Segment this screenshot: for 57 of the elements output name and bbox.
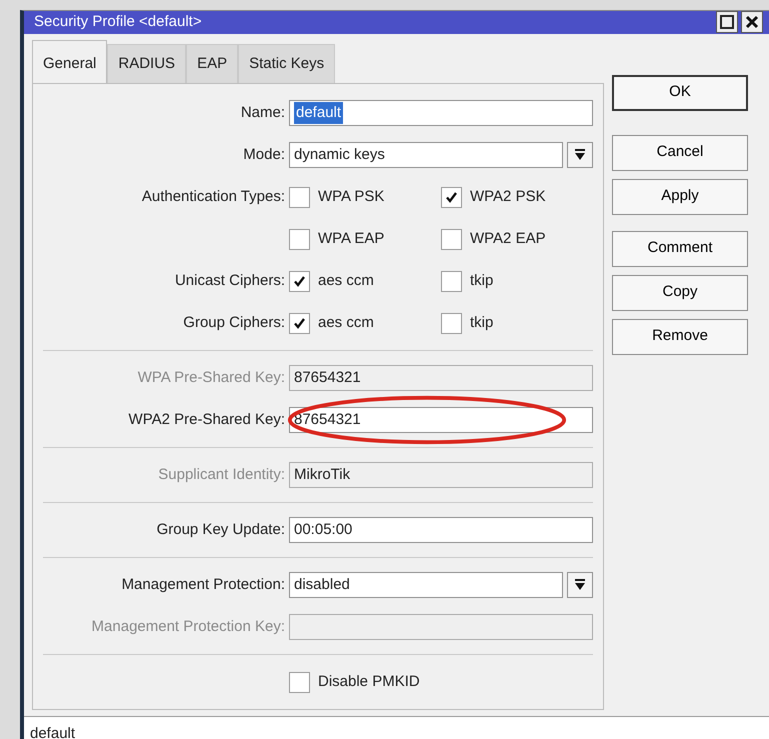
check-icon bbox=[293, 316, 306, 330]
dialog-button[interactable]: OK bbox=[612, 74, 748, 110]
dialog-button[interactable]: Cancel bbox=[612, 134, 748, 170]
dialog-button[interactable]: Comment bbox=[612, 230, 748, 266]
field-label: Name: bbox=[240, 102, 286, 123]
checkbox[interactable] bbox=[441, 312, 462, 334]
tab[interactable]: Static Keys bbox=[238, 44, 336, 83]
checkbox-label: WPA2 EAP bbox=[470, 228, 546, 249]
checkbox[interactable] bbox=[289, 228, 310, 250]
checkbox-label: tkip bbox=[470, 312, 494, 333]
field-label: Group Key Update: bbox=[156, 520, 286, 540]
checkbox[interactable] bbox=[289, 186, 310, 208]
check-icon bbox=[445, 190, 458, 204]
field-label: Management Protection Key: bbox=[90, 616, 286, 637]
checkbox[interactable] bbox=[289, 270, 310, 292]
dropdown-arrow-icon bbox=[574, 149, 586, 161]
field-label: Supplicant Identity: bbox=[157, 464, 286, 485]
checkbox-label: aes ccm bbox=[318, 312, 374, 333]
checkbox[interactable] bbox=[289, 312, 310, 334]
window-title: Security Profile <default> bbox=[34, 12, 203, 32]
checkbox-label: WPA EAP bbox=[318, 228, 384, 249]
checkbox-label: Disable PMKID bbox=[318, 672, 420, 692]
checkbox[interactable] bbox=[441, 228, 462, 250]
check-icon bbox=[293, 274, 306, 288]
tab[interactable]: General bbox=[32, 40, 108, 83]
dropdown-button[interactable] bbox=[567, 142, 593, 168]
checkbox-label: aes ccm bbox=[318, 270, 374, 291]
maximize-button[interactable] bbox=[716, 11, 738, 34]
maximize-icon bbox=[720, 15, 734, 30]
input-field[interactable]: 00:05:00 bbox=[289, 517, 593, 543]
dialog-button[interactable]: Copy bbox=[612, 274, 748, 310]
checkbox-label: WPA2 PSK bbox=[470, 186, 546, 207]
status-bar: default bbox=[24, 716, 769, 739]
dropdown-field[interactable]: disabled bbox=[289, 572, 563, 598]
tab[interactable]: EAP bbox=[186, 44, 238, 83]
checkbox[interactable] bbox=[441, 270, 462, 292]
checkbox[interactable] bbox=[289, 672, 310, 692]
field-label: Mode: bbox=[242, 144, 286, 165]
dialog-button[interactable]: Remove bbox=[612, 318, 748, 354]
close-icon bbox=[745, 15, 759, 30]
field-label: Unicast Ciphers: bbox=[174, 270, 286, 291]
checkbox-label: tkip bbox=[470, 270, 494, 291]
field-label: WPA2 Pre-Shared Key: bbox=[128, 410, 286, 430]
input-field[interactable]: 87654321 bbox=[289, 407, 593, 433]
dropdown-field[interactable]: dynamic keys bbox=[289, 142, 563, 168]
checkbox-label: WPA PSK bbox=[318, 186, 384, 207]
dialog-button[interactable]: Apply bbox=[612, 178, 748, 214]
dropdown-arrow-icon bbox=[574, 579, 586, 591]
dropdown-button[interactable] bbox=[567, 572, 593, 598]
tab[interactable]: RADIUS bbox=[107, 44, 186, 83]
checkbox[interactable] bbox=[441, 186, 462, 208]
field-label: Management Protection: bbox=[120, 574, 286, 595]
close-button[interactable] bbox=[741, 11, 763, 34]
field-label: Group Ciphers: bbox=[182, 312, 286, 333]
field-label: Authentication Types: bbox=[140, 186, 286, 207]
input-field[interactable]: default bbox=[289, 100, 593, 126]
field-label: WPA Pre-Shared Key: bbox=[136, 368, 286, 388]
